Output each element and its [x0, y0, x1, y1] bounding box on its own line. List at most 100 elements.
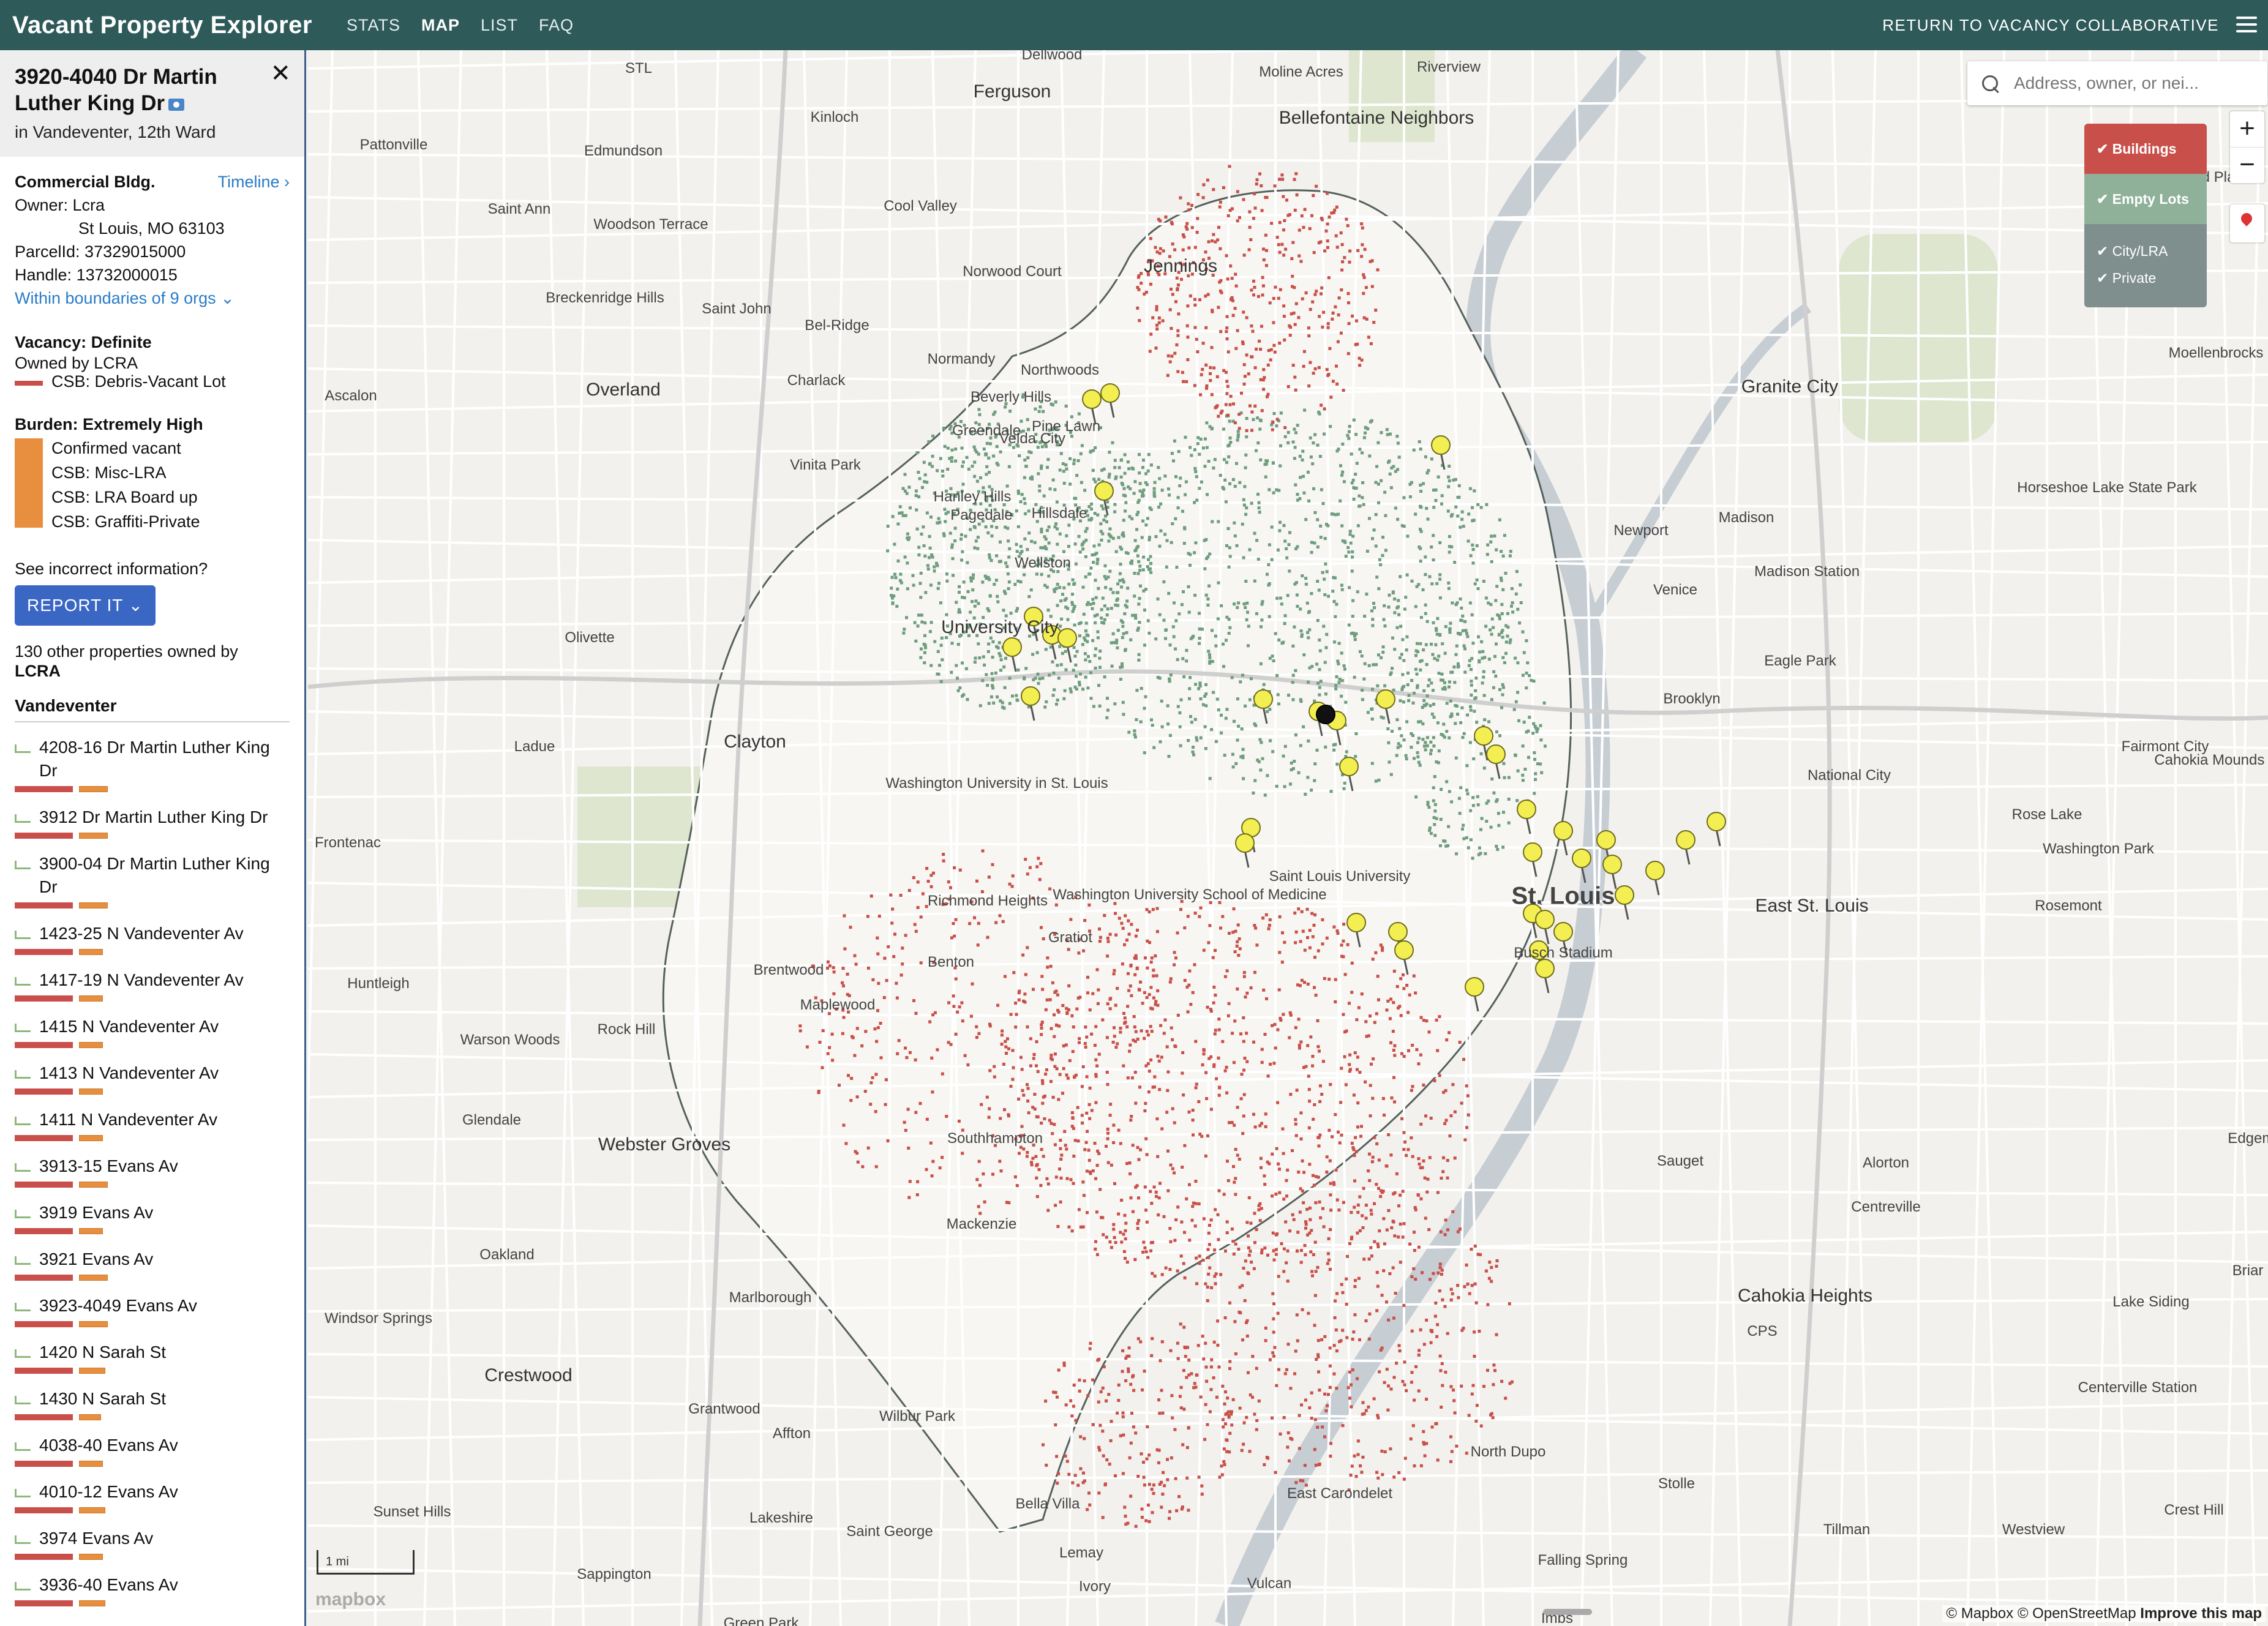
nav-faq[interactable]: FAQ: [539, 16, 574, 35]
place-label: Stolle: [1658, 1475, 1695, 1492]
owned-property-item[interactable]: 4208-16 Dr Martin Luther King Dr: [15, 736, 290, 792]
owned-property-item[interactable]: 3974 Evans Av: [15, 1527, 290, 1560]
vacant-property-marker: [1354, 1279, 1357, 1283]
vacant-property-marker: [1029, 451, 1033, 454]
vacant-property-marker: [1422, 482, 1425, 485]
vacant-property-marker: [1087, 1148, 1091, 1152]
owned-property-item[interactable]: 1423-25 N Vandeventer Av: [15, 922, 290, 955]
vacant-property-marker: [1242, 382, 1246, 386]
boundaries-link[interactable]: Within boundaries of 9 orgs ⌄: [15, 287, 290, 310]
drag-handle[interactable]: [1543, 1609, 1592, 1615]
owned-property-item[interactable]: 3936-40 Evans Av: [15, 1573, 290, 1606]
vacant-property-marker: [1088, 659, 1092, 663]
vacant-property-marker: [1367, 1405, 1370, 1409]
vacant-property-marker: [1247, 1196, 1251, 1199]
vacant-property-marker: [891, 601, 895, 605]
vacant-property-marker: [1278, 529, 1282, 533]
owned-property-item[interactable]: 1413 N Vandeventer Av: [15, 1062, 290, 1095]
vacant-property-marker: [1373, 1202, 1376, 1205]
zoom-in-button[interactable]: +: [2230, 111, 2264, 148]
app-title[interactable]: Vacant Property Explorer: [12, 12, 312, 39]
nav-stats[interactable]: STATS: [347, 16, 400, 35]
owned-property-item[interactable]: 1411 N Vandeventer Av: [15, 1108, 290, 1141]
camera-icon[interactable]: [168, 98, 184, 111]
return-to-collaborative-link[interactable]: RETURN TO VACANCY COLLABORATIVE: [1882, 16, 2219, 35]
report-it-button[interactable]: REPORT IT ⌄: [15, 585, 156, 626]
owned-property-item[interactable]: 3923-4049 Evans Av: [15, 1294, 290, 1327]
owned-property-item[interactable]: 3919 Evans Av: [15, 1201, 290, 1234]
location-pin-icon[interactable]: [2230, 204, 2264, 242]
vacant-property-marker: [1225, 1439, 1229, 1442]
vacant-property-marker: [1261, 293, 1264, 297]
owned-property-item[interactable]: 1430 N Sarah St: [15, 1387, 290, 1420]
vacant-property-marker: [1462, 644, 1466, 648]
layer-toggle-private[interactable]: ✔ Private: [2097, 264, 2207, 291]
vacant-property-marker: [973, 604, 977, 608]
vacant-property-marker: [918, 582, 922, 585]
owned-property-label: 3921 Evans Av: [39, 1249, 154, 1268]
layer-toggle-city-lra[interactable]: ✔ City/LRA: [2097, 238, 2207, 264]
vacant-property-marker: [1176, 329, 1180, 332]
vacant-property-marker: [1364, 1080, 1367, 1084]
owned-property-item[interactable]: 3900-04 Dr Martin Luther King Dr: [15, 852, 290, 909]
vacant-property-marker: [1009, 612, 1013, 615]
vacant-property-marker: [925, 481, 929, 484]
vacant-property-marker: [1387, 760, 1391, 764]
vacant-property-marker: [1469, 708, 1473, 712]
vacant-property-marker: [1419, 530, 1423, 533]
owned-property-item[interactable]: 1420 N Sarah St: [15, 1341, 290, 1374]
search-box[interactable]: [1967, 61, 2267, 105]
vacant-property-marker: [994, 671, 997, 675]
improve-map-link[interactable]: Improve this map: [2140, 1605, 2262, 1622]
hamburger-icon[interactable]: [2236, 17, 2257, 34]
vacant-property-marker: [1358, 364, 1362, 367]
scale-bar: 1 mi: [317, 1550, 415, 1575]
vacant-property-marker: [1386, 999, 1390, 1003]
vacant-property-marker: [1073, 685, 1077, 689]
vacant-property-marker: [939, 643, 943, 647]
owned-property-item[interactable]: 3912 Dr Martin Luther King Dr: [15, 806, 290, 839]
mapbox-logo[interactable]: mapbox: [315, 1589, 386, 1610]
search-input[interactable]: [2013, 73, 2260, 94]
vacant-property-marker: [1313, 293, 1317, 296]
owned-property-item[interactable]: 1417-19 N Vandeventer Av: [15, 968, 290, 1002]
vacant-property-marker: [1419, 560, 1422, 563]
vacant-property-marker: [1083, 1479, 1086, 1483]
owned-property-item[interactable]: 3913-15 Evans Av: [15, 1155, 290, 1188]
vacant-property-marker: [1298, 454, 1302, 458]
vacant-property-marker: [1226, 1179, 1230, 1182]
vacant-property-marker: [1302, 725, 1305, 729]
close-icon[interactable]: ✕: [270, 61, 291, 86]
owned-property-item[interactable]: 4010-12 Evans Av: [15, 1480, 290, 1513]
timeline-link[interactable]: Timeline ›: [217, 170, 290, 193]
vacant-property-marker: [1225, 392, 1229, 395]
vacant-property-marker: [1207, 1057, 1211, 1060]
nav-map[interactable]: MAP: [421, 16, 460, 35]
vacant-property-marker: [1155, 1194, 1158, 1198]
attribution-text[interactable]: © Mapbox © OpenStreetMap: [1946, 1605, 2136, 1622]
vacant-property-marker: [1188, 446, 1192, 449]
vacant-property-marker: [1421, 738, 1425, 741]
vacant-property-marker: [989, 559, 993, 562]
vacant-property-marker: [1230, 277, 1234, 280]
vacant-property-marker: [1228, 546, 1231, 550]
vacant-property-marker: [1214, 1208, 1217, 1212]
vacant-property-marker: [987, 609, 991, 613]
vacant-property-marker: [1086, 1130, 1089, 1133]
vacant-property-marker: [1430, 642, 1433, 646]
owned-property-item[interactable]: 3921 Evans Av: [15, 1248, 290, 1281]
layer-toggle-buildings[interactable]: ✔ Buildings: [2084, 124, 2207, 174]
layer-toggle-empty-lots[interactable]: ✔ Empty Lots: [2084, 174, 2207, 224]
map-canvas[interactable]: Dellwood Moline Acres Riverview Ferguson Bel…: [308, 50, 2268, 1626]
vacant-property-marker: [1001, 1029, 1004, 1033]
vacant-property-marker: [1072, 669, 1075, 672]
owned-count-text: 130 other properties owned by: [15, 642, 238, 661]
vacant-property-marker: [1128, 487, 1132, 490]
owned-property-item[interactable]: 1415 N Vandeventer Av: [15, 1015, 290, 1048]
owned-property-item[interactable]: 4038-40 Evans Av: [15, 1434, 290, 1467]
vacant-property-marker: [1193, 717, 1197, 721]
nav-list[interactable]: LIST: [481, 16, 518, 35]
vacant-property-marker: [1288, 324, 1291, 328]
vacant-property-marker: [990, 525, 994, 528]
zoom-out-button[interactable]: −: [2230, 148, 2264, 183]
